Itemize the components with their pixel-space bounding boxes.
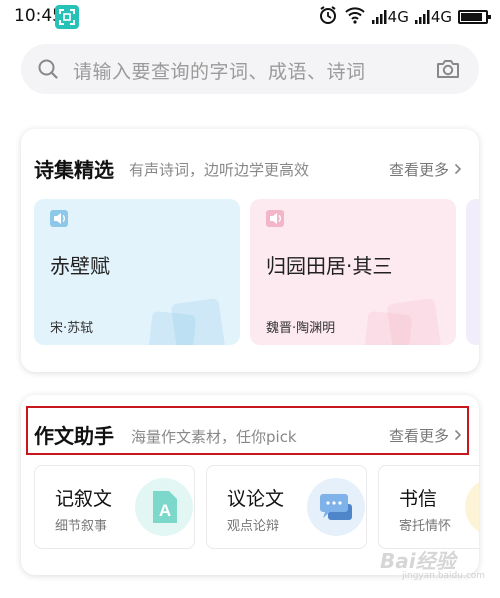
- poem-item-partial[interactable]: [466, 199, 479, 345]
- poem-view-more-label: 查看更多: [389, 161, 450, 179]
- status-icons: 4G 4G: [318, 5, 491, 29]
- essay-type-desc: 观点论辩: [227, 519, 280, 534]
- essay-type-title: 记叙文: [55, 488, 113, 510]
- poem-author: 宋·苏轼: [50, 321, 94, 336]
- essay-type-title: 书信: [399, 488, 438, 510]
- essay-view-more-label: 查看更多: [389, 427, 450, 445]
- search-icon: [37, 58, 59, 84]
- search-input[interactable]: 请输入要查询的字词、成语、诗词: [73, 57, 366, 84]
- poem-author: 魏晋·陶渊明: [266, 321, 336, 336]
- poem-title: 赤壁赋: [50, 254, 110, 278]
- watermark-logo: Bai经验: [380, 549, 456, 573]
- poem-item[interactable]: 赤壁赋 宋·苏轼: [34, 199, 240, 345]
- poem-title: 归园田居·其三: [266, 254, 393, 278]
- book-decoration: [170, 297, 226, 345]
- essay-type-argumentative[interactable]: 议论文 观点论辩: [206, 465, 367, 549]
- network-type-1: 4G: [387, 8, 409, 26]
- poem-section-subtitle: 有声诗词，边听边学更高效: [129, 161, 310, 179]
- essay-section-title: 作文助手: [34, 424, 114, 448]
- scan-app-icon: [55, 5, 79, 29]
- signal-icon-1: 4G: [371, 8, 409, 26]
- status-bar: 10:45 4G 4G: [0, 0, 500, 36]
- alarm-icon: [318, 5, 338, 29]
- essay-view-more-link[interactable]: 查看更多: [389, 425, 462, 446]
- letter-icon: [465, 478, 479, 536]
- essay-section-subtitle: 海量作文素材，任你pick: [131, 428, 297, 446]
- essay-type-title: 议论文: [227, 488, 285, 510]
- battery-icon: [458, 10, 491, 24]
- essay-type-narrative[interactable]: 记叙文 细节叙事 A: [34, 465, 195, 549]
- poem-view-more-link[interactable]: 查看更多: [389, 159, 462, 180]
- chevron-right-icon: [454, 427, 462, 445]
- essay-type-desc: 寄托情怀: [399, 519, 452, 534]
- network-type-2: 4G: [430, 8, 452, 26]
- wifi-icon: [344, 6, 366, 28]
- book-decoration: [386, 297, 442, 345]
- svg-text:A: A: [159, 501, 171, 520]
- speaker-icon: [266, 210, 284, 227]
- poem-collection-card: 诗集精选 有声诗词，边听边学更高效 查看更多 赤壁赋 宋·苏轼 归园田居·其三 …: [21, 129, 479, 372]
- watermark-url: jingyan.baidu.com: [402, 571, 486, 581]
- speaker-icon: [50, 210, 68, 227]
- poem-section-title: 诗集精选: [34, 158, 114, 182]
- signal-icon-2: 4G: [414, 8, 452, 26]
- essay-type-desc: 细节叙事: [55, 519, 108, 534]
- essay-type-letter[interactable]: 书信 寄托情怀: [378, 465, 479, 549]
- chat-bubbles-icon: [307, 478, 365, 536]
- document-a-icon: A: [135, 478, 193, 536]
- search-bar[interactable]: 请输入要查询的字词、成语、诗词: [21, 44, 479, 94]
- chevron-right-icon: [454, 161, 462, 179]
- camera-icon[interactable]: [435, 57, 461, 85]
- poem-item[interactable]: 归园田居·其三 魏晋·陶渊明: [250, 199, 456, 345]
